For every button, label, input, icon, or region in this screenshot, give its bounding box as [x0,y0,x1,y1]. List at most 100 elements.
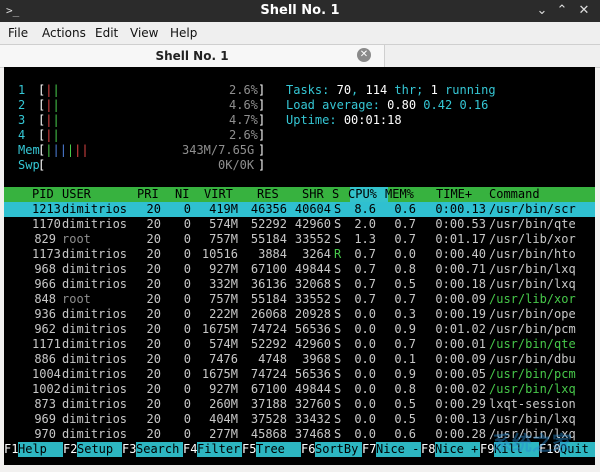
minimize-icon[interactable]: ⌄ [533,2,551,20]
menu-view[interactable]: View [130,26,158,40]
cell-user: dimitrios [62,427,128,441]
fkey-search[interactable]: Search [136,442,183,457]
table-row[interactable]: 1004 dimitrios 20 0 1675M 74724 56536 S 0.0 0.9 0:… [4,367,595,382]
close-icon[interactable]: ✕ [575,2,593,20]
cell-command: /usr/lib/xor [489,232,576,246]
col-user[interactable]: USER [62,187,91,201]
col-pri[interactable]: PRI [137,187,159,201]
table-row[interactable]: 1171 dimitrios 20 0 574M 52292 42960 S 0.0 0.7 0:0… [4,337,595,352]
cell-shr: 56536 [294,322,331,336]
menu-edit[interactable]: Edit [95,26,118,40]
cell-ni: 0 [183,337,191,351]
col-virt[interactable]: VIRT [204,187,233,201]
swp-label: Swp [18,158,40,172]
cell-shr: 49844 [294,382,331,396]
fkey-sortby[interactable]: SortBy [315,442,362,457]
cell-pid: 1171 [32,337,61,351]
table-row[interactable]: 1170 dimitrios 20 0 574M 52292 42960 S 2.0 0.7 0:0… [4,217,595,232]
cell-res: 4748 [258,352,287,366]
title-bar[interactable]: >_ Shell No. 1 ⌄ ⌃ ✕ [0,0,600,22]
mem-bracket: [|||||| [38,143,89,157]
cell-mem: 0.5 [394,277,416,291]
cell-pri: 20 [146,277,161,291]
col-s[interactable]: S [332,187,339,201]
cell-pri: 20 [146,382,161,396]
cell-virt: 1675M [201,367,238,381]
cell-user: root [62,292,91,306]
cell-mem: 0.8 [394,382,416,396]
cell-pid: 829 [34,232,56,246]
table-row[interactable]: 829 root 20 0 757M 55184 33552 S 1.3 0.7 0:01.17/u… [4,232,595,247]
col-command[interactable]: Command [489,187,540,201]
table-row[interactable]: 936 dimitrios 20 0 222M 26068 20928 S 0.0 0.3 0:00… [4,307,595,322]
fkey-nice-minus[interactable]: Nice - [376,442,421,457]
cell-state: S [334,382,342,396]
table-row[interactable]: 962 dimitrios 20 0 1675M 74724 56536 S 0.0 0.9 0:0… [4,322,595,337]
cell-shr: 33432 [294,412,331,426]
maximize-icon[interactable]: ⌃ [553,2,571,20]
table-row[interactable]: 969 dimitrios 20 0 404M 37528 33432 S 0.0 0.5 0:00… [4,412,595,427]
col-res[interactable]: RES [257,187,279,201]
cell-command: /usr/bin/lxq [489,262,576,276]
tab-close-icon[interactable]: ✕ [357,48,371,62]
cell-command: /usr/bin/scr [489,202,576,216]
cell-time: 0:01.02 [435,322,486,336]
cell-cpu: 0.7 [354,292,376,306]
cell-time: 0:00.05 [435,367,486,381]
cell-cpu: 0.7 [354,247,376,261]
fkey-filter[interactable]: Filter [197,442,242,457]
col-time[interactable]: TIME+ [436,187,472,201]
cell-pri: 20 [146,247,161,261]
cell-time: 0:00.28 [435,427,486,441]
cell-command: /usr/bin/pcm [489,322,576,336]
tab-shell-1[interactable]: Shell No. 1 ✕ [0,45,385,67]
cell-ni: 0 [183,202,191,216]
table-row[interactable]: 968 dimitrios 20 0 927M 67100 49844 S 0.7 0.8 0:00… [4,262,595,277]
col-pid[interactable]: PID [32,187,54,201]
table-row[interactable]: 1002 dimitrios 20 0 927M 67100 49844 S 0.0 0.8 0:0… [4,382,595,397]
fkey-nice-plus[interactable]: Nice + [435,442,480,457]
table-row[interactable]: 966 dimitrios 20 0 332M 36136 32068 S 0.7 0.5 0:00… [4,277,595,292]
cell-ni: 0 [183,382,191,396]
col-shr[interactable]: SHR [302,187,324,201]
col-mem[interactable]: MEM% [385,187,414,201]
terminal-window: >_ Shell No. 1 ⌄ ⌃ ✕ File Actions Edit V… [0,0,600,472]
menu-help[interactable]: Help [170,26,197,40]
cpu-3-value: 4.7% [229,113,258,127]
fkey-f6: F6 [301,442,316,456]
fkey-help[interactable]: Help [18,442,63,457]
cell-ni: 0 [183,397,191,411]
cell-pid: 969 [34,412,56,426]
cell-state: S [334,217,342,231]
cell-ni: 0 [183,412,191,426]
cell-mem: 0.7 [394,337,416,351]
fkey-tree[interactable]: Tree [256,442,301,457]
cell-user: dimitrios [62,277,128,291]
table-row[interactable]: 886 dimitrios 20 0 7476 4748 3968 S 0.0 0.1 0:00.0… [4,352,595,367]
cpu-2-label: 2 [18,98,26,112]
cell-shr: 3264 [302,247,331,261]
process-table-header[interactable]: PID USER PRI NI VIRT RES SHR S CPU% MEM%… [4,187,595,202]
cell-mem: 0.7 [394,217,416,231]
menu-file[interactable]: File [8,26,28,40]
tab-bar: Shell No. 1 ✕ [0,44,600,68]
menu-actions[interactable]: Actions [42,26,86,40]
uptime-line: Uptime: 00:01:18 [286,113,402,127]
fkey-f5: F5 [242,442,257,456]
cell-time: 0:00.18 [435,277,486,291]
table-row[interactable]: 873 dimitrios 20 0 260M 37188 32760 S 0.0 0.5 0:00… [4,397,595,412]
cell-user: dimitrios [62,322,128,336]
table-row[interactable]: 848 root 20 0 757M 55184 33552 S 0.7 0.7 0:00.09/u… [4,292,595,307]
cell-ni: 0 [183,277,191,291]
cell-state: R [334,247,342,261]
cell-pid: 962 [34,322,56,336]
col-ni[interactable]: NI [175,187,189,201]
col-cpu[interactable]: CPU% [348,187,377,201]
fkey-setup[interactable]: Setup [77,442,122,457]
terminal-area[interactable]: 1 [|| 2.6% ] 2 [|| 4.6% ] 3 [|| 4.7% ] 4… [4,67,595,465]
cell-pid: 848 [34,292,56,306]
cell-res: 52292 [250,217,287,231]
menu-bar: File Actions Edit View Help [0,22,600,44]
table-row[interactable]: 1173 dimitrios 20 0 10516 3884 3264 R 0.7 0.0 0:00… [4,247,595,262]
table-row[interactable]: 1213 dimitrios 20 0 419M 46356 40604 S 8.6 0.6 0:0… [4,202,595,217]
